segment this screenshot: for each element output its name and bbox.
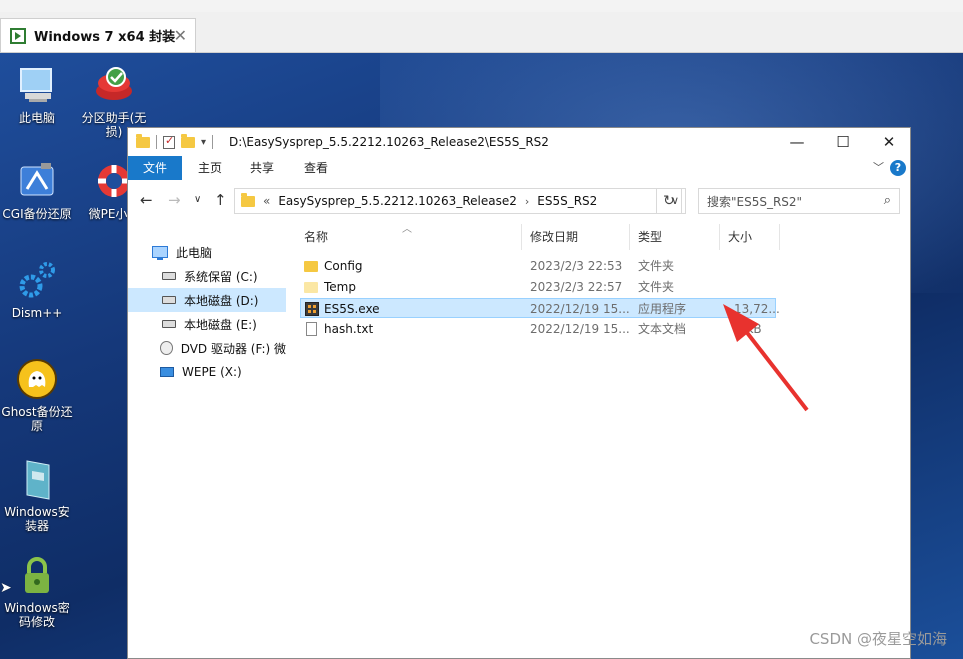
breadcrumb-easysysprep[interactable]: EasySysprep_5.5.2212.10263_Release2 [278, 194, 517, 208]
drive-icon [162, 296, 176, 304]
annotation-arrow-icon [723, 304, 809, 412]
table-row[interactable]: hash.txt 2022/12/19 15... 文本文档 1 KB [300, 319, 776, 339]
ghost-icon [15, 357, 59, 401]
tab-home[interactable]: 主页 [188, 156, 232, 180]
partition-assistant-icon [92, 63, 136, 107]
nav-item-wepe-x[interactable]: WEPE (X:) [128, 360, 286, 384]
drive-icon [162, 320, 176, 328]
navigation-pane: 此电脑 系统保留 (C:) 本地磁盘 (D:) 本地磁盘 (E:) DVD 驱动… [128, 220, 286, 658]
drive-icon [162, 272, 176, 280]
quick-access-dropdown-icon[interactable]: ▾ [201, 137, 206, 148]
computer-icon [152, 246, 168, 260]
folder-icon [304, 261, 318, 272]
navigation-bar: ← → ∨ ↑ « EasySysprep_5.5.2212.10263_Rel… [128, 180, 910, 220]
close-icon[interactable]: ✕ [866, 128, 912, 156]
vm-power-icon [10, 27, 26, 44]
breadcrumb-chevron-icon[interactable]: › [525, 195, 529, 208]
computer-icon [15, 63, 59, 107]
cgi-backup-icon [15, 159, 59, 203]
help-icon[interactable]: ? [890, 160, 906, 176]
nav-item-drive-d[interactable]: 本地磁盘 (D:) [128, 288, 286, 312]
text-file-icon [306, 322, 317, 336]
file-list: ︿ 名称 修改日期 类型 大小 Config 2023/2/3 22:53 文件… [296, 220, 908, 658]
ribbon-expand-icon[interactable]: ﹀ [873, 159, 884, 175]
maximize-icon[interactable]: ☐ [820, 128, 866, 156]
column-header-name[interactable]: ︿ 名称 [296, 224, 522, 250]
nav-item-drive-c[interactable]: 系统保留 (C:) [128, 264, 286, 288]
tab-file[interactable]: 文件 [128, 156, 182, 180]
table-row[interactable]: Temp 2023/2/3 22:57 文件夹 [300, 277, 776, 297]
column-header-date[interactable]: 修改日期 [522, 224, 630, 250]
desktop-icon-dism[interactable]: Dism++ [0, 258, 74, 320]
table-row[interactable]: Config 2023/2/3 22:53 文件夹 [300, 256, 776, 276]
breadcrumb-es5s-rs2[interactable]: ES5S_RS2 [537, 194, 597, 208]
refresh-icon[interactable]: ↻ [656, 188, 682, 214]
minimize-icon[interactable]: — [774, 128, 820, 156]
lock-icon [15, 553, 59, 597]
close-icon[interactable]: ✕ [174, 26, 187, 45]
new-folder-icon[interactable] [181, 133, 195, 148]
nav-item-dvd-f[interactable]: DVD 驱动器 (F:) 微 [128, 336, 286, 360]
ribbon-tabs: 文件 主页 共享 查看 ﹀ ? [128, 156, 910, 181]
search-icon: ⌕ [883, 193, 891, 208]
gears-icon [15, 258, 59, 302]
network-drive-icon [160, 367, 174, 377]
windows-installer-icon [15, 457, 59, 501]
desktop-icon-cgi[interactable]: CGI备份还原 [0, 159, 74, 221]
desktop-icon-ghost[interactable]: Ghost备份还原 [0, 357, 74, 433]
desktop-icon-this-pc[interactable]: 此电脑 [0, 63, 74, 125]
address-folder-icon [241, 192, 255, 207]
properties-icon[interactable] [163, 134, 175, 149]
vm-tab-bar: Windows 7 x64 封装 ✕ [0, 12, 963, 53]
tab-share[interactable]: 共享 [240, 156, 284, 180]
tab-view[interactable]: 查看 [294, 156, 338, 180]
back-arrow-icon[interactable]: ← [140, 191, 153, 209]
desktop-icon-windows-installer[interactable]: Windows安装器 [0, 457, 74, 533]
watermark: CSDN @夜星空如海 [809, 630, 947, 648]
folder-icon [136, 133, 150, 148]
vm-tab[interactable]: Windows 7 x64 封装 ✕ [0, 18, 196, 52]
forward-arrow-icon[interactable]: → [168, 191, 181, 209]
column-header-type[interactable]: 类型 [630, 224, 720, 250]
nav-item-drive-e[interactable]: 本地磁盘 (E:) [128, 312, 286, 336]
nav-item-this-pc[interactable]: 此电脑 [128, 240, 286, 264]
column-header-size[interactable]: 大小 [720, 224, 780, 250]
dvd-icon [160, 341, 173, 355]
search-placeholder: 搜索"ES5S_RS2" [707, 194, 803, 209]
vm-tab-title: Windows 7 x64 封装 [34, 30, 176, 45]
up-arrow-icon[interactable]: ↑ [214, 191, 227, 209]
title-bar[interactable]: ▾ D:\EasySysprep_5.5.2212.10263_Release2… [128, 128, 910, 156]
search-input[interactable]: 搜索"ES5S_RS2" ⌕ [698, 188, 900, 214]
sort-ascending-icon: ︿ [402, 224, 412, 235]
address-bar[interactable]: « EasySysprep_5.5.2212.10263_Release2 › … [234, 188, 686, 214]
recent-dropdown-icon[interactable]: ∨ [194, 194, 201, 205]
mouse-cursor-icon: ➤ [0, 580, 12, 596]
table-row-selected[interactable]: ES5S.exe 2022/12/19 15... 应用程序 13,72... [300, 298, 780, 318]
application-icon [305, 302, 319, 316]
folder-icon [304, 282, 318, 293]
breadcrumb-overflow[interactable]: « [263, 194, 270, 208]
window-title: D:\EasySysprep_5.5.2212.10263_Release2\E… [229, 135, 549, 149]
